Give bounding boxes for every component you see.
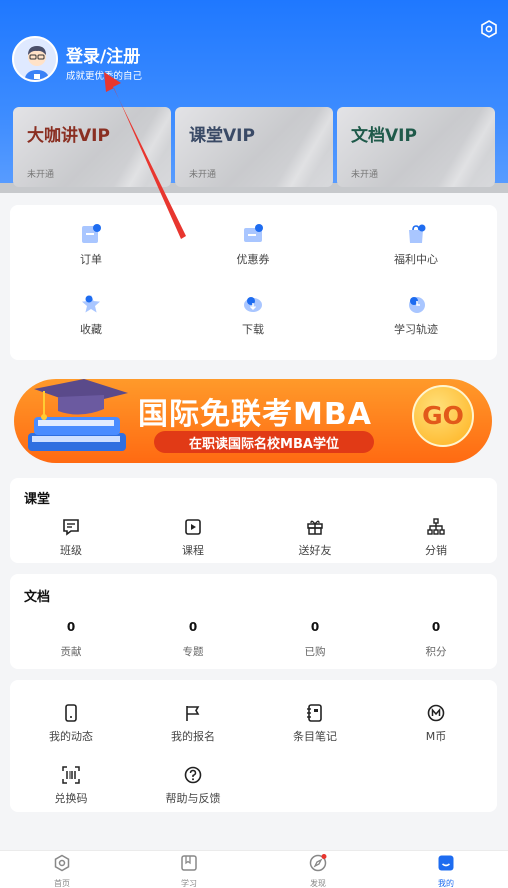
help-icon (184, 766, 202, 784)
classroom-item-gift-friend[interactable]: 送好友 (265, 518, 365, 558)
document-stat-contribution[interactable]: 0 贡献 (21, 620, 121, 659)
menu-item-label: 我的动态 (49, 730, 93, 743)
tab-mine[interactable]: 我的 (416, 854, 476, 888)
document-stat-topic[interactable]: 0 专题 (143, 620, 243, 659)
menu-item-entry-notes[interactable]: 条目笔记 (265, 704, 365, 744)
settings-icon[interactable] (480, 20, 498, 38)
menu-item-label: 优惠券 (236, 253, 270, 266)
classroom-item-label: 班级 (60, 544, 82, 557)
stat-label: 积分 (425, 646, 447, 658)
more-menu-card: 我的动态 我的报名 条目笔记 M币 兑换码 帮助与反馈 (10, 680, 497, 812)
home-icon (54, 854, 70, 872)
classroom-item-class[interactable]: 班级 (21, 518, 121, 558)
document-stat-purchased[interactable]: 0 已购 (265, 620, 365, 659)
stat-value: 0 (310, 620, 320, 634)
banner-subtitle: 在职读国际名校MBA学位 (189, 437, 339, 452)
menu-item-label: 福利中心 (394, 253, 438, 266)
vip-card-status: 未开通 (189, 170, 217, 180)
menu-item-favorite[interactable]: 收藏 (41, 293, 141, 337)
classroom-card: 课堂 班级 课程 送好友 分销 (10, 478, 497, 563)
vip-card-dakajiang[interactable]: 大咖讲VIP 未开通 (13, 107, 171, 187)
book-icon (181, 855, 197, 871)
classroom-item-distribution[interactable]: 分销 (386, 518, 486, 558)
menu-item-label: 下载 (242, 323, 264, 336)
menu-item-coupon[interactable]: 优惠券 (203, 223, 303, 267)
profile-icon (438, 855, 454, 871)
vip-card-title: 文档VIP (351, 126, 417, 146)
vip-card-title: 大咖讲VIP (27, 126, 110, 146)
menu-item-m-coin[interactable]: M币 (386, 704, 486, 744)
course-play-icon (185, 519, 201, 535)
order-icon (82, 224, 101, 243)
vip-card-status: 未开通 (351, 170, 379, 180)
class-icon (63, 519, 79, 536)
menu-item-label: 收藏 (80, 323, 102, 336)
classroom-item-label: 课程 (182, 544, 204, 557)
notebook-icon (307, 704, 322, 722)
section-title-documents: 文档 (24, 590, 51, 605)
login-subtitle: 成就更优秀的自己 (66, 71, 143, 82)
flag-icon (186, 706, 200, 721)
menu-item-help-feedback[interactable]: 帮助与反馈 (143, 766, 243, 806)
login-register-link[interactable]: 登录/注册 (66, 42, 140, 67)
menu-item-my-activity[interactable]: 我的动态 (21, 704, 121, 744)
tab-label: 发现 (310, 879, 326, 888)
m-coin-icon (427, 704, 445, 722)
stat-label: 贡献 (60, 646, 82, 658)
avatar[interactable] (12, 36, 58, 82)
menu-item-my-registration[interactable]: 我的报名 (143, 704, 243, 744)
menu-item-label: 学习轨迹 (394, 323, 438, 336)
stat-label: 专题 (182, 646, 204, 658)
menu-item-order[interactable]: 订单 (41, 223, 141, 267)
vip-card-document[interactable]: 文档VIP 未开通 (337, 107, 495, 187)
distribution-icon (427, 518, 445, 535)
star-icon (82, 295, 100, 313)
documents-card: 文档 0 贡献 0 专题 0 已购 0 积分 (10, 574, 497, 669)
go-button-label: GO (422, 401, 464, 430)
gift-icon (307, 520, 323, 535)
section-title-classroom: 课堂 (24, 492, 51, 507)
menu-item-download[interactable]: 下载 (203, 293, 303, 337)
clock-icon (409, 297, 425, 313)
tab-study[interactable]: 学习 (159, 854, 219, 888)
vip-card-title: 课堂VIP (189, 126, 255, 146)
stat-label: 已购 (304, 646, 326, 658)
menu-item-label: 兑换码 (54, 792, 88, 805)
menu-item-redeem-code[interactable]: 兑换码 (21, 766, 121, 806)
go-button[interactable]: GO (412, 385, 474, 447)
menu-item-learning-track[interactable]: 学习轨迹 (366, 293, 466, 337)
tab-label: 首页 (54, 879, 70, 888)
vip-card-status: 未开通 (27, 170, 55, 180)
bottom-tab-bar: 首页 学习 发现 我的 (0, 850, 508, 888)
menu-item-label: 帮助与反馈 (165, 792, 221, 805)
tab-label: 我的 (438, 879, 454, 888)
gift-bag-icon (409, 224, 426, 243)
compass-icon (309, 854, 327, 872)
mba-banner[interactable]: 国际免联考MBA 在职读国际名校MBA学位 GO (14, 375, 494, 465)
tab-label: 学习 (181, 879, 197, 888)
download-cloud-icon (244, 297, 262, 312)
stat-value: 0 (66, 620, 76, 634)
coupon-icon (244, 224, 263, 242)
menu-item-label: 订单 (80, 253, 102, 266)
stat-value: 0 (188, 620, 198, 634)
phone-icon (65, 704, 77, 722)
classroom-item-label: 送好友 (298, 544, 332, 557)
vip-card-classroom[interactable]: 课堂VIP 未开通 (175, 107, 333, 187)
books-graduation-cap-icon (28, 379, 128, 451)
tab-home[interactable]: 首页 (32, 854, 92, 888)
menu-item-label: 条目笔记 (293, 730, 337, 743)
document-stat-points[interactable]: 0 积分 (386, 620, 486, 659)
stat-value: 0 (431, 620, 441, 634)
banner-title: 国际免联考MBA (138, 397, 372, 432)
classroom-item-label: 分销 (425, 544, 447, 557)
menu-item-welfare[interactable]: 福利中心 (366, 223, 466, 267)
quick-menu-card: 订单 优惠券 福利中心 收藏 下载 学习轨迹 (10, 205, 497, 360)
tab-discover[interactable]: 发现 (288, 854, 348, 888)
menu-item-label: 我的报名 (171, 730, 215, 743)
classroom-item-course[interactable]: 课程 (143, 518, 243, 558)
scan-code-icon (62, 766, 80, 784)
menu-item-label: M币 (425, 730, 447, 743)
